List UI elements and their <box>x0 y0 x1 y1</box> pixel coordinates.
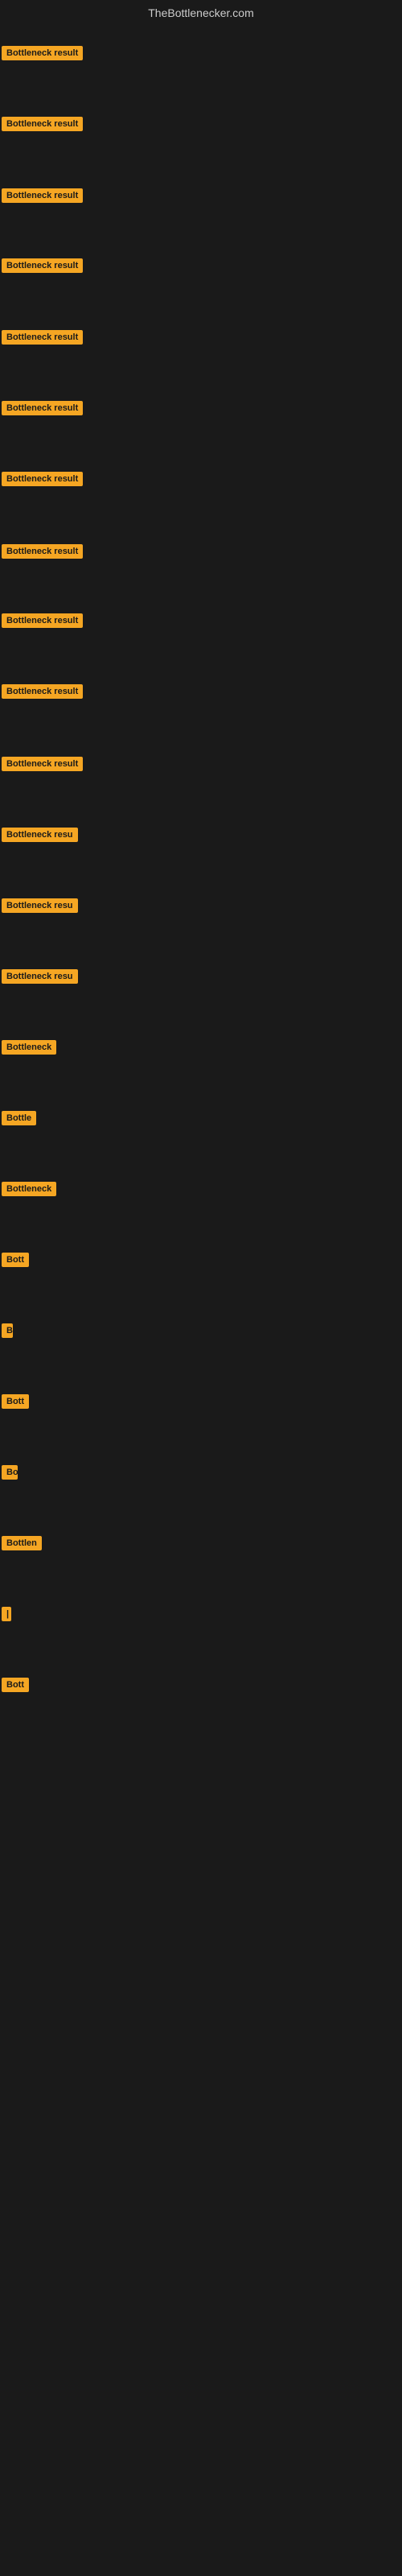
bottleneck-result-item-6[interactable]: Bottleneck result <box>2 401 83 419</box>
bottleneck-badge-11: Bottleneck result <box>2 757 83 771</box>
bottleneck-result-item-24[interactable]: Bott <box>2 1678 29 1696</box>
bottleneck-badge-1: Bottleneck result <box>2 46 83 60</box>
bottleneck-result-item-4[interactable]: Bottleneck result <box>2 258 83 277</box>
bottleneck-result-item-11[interactable]: Bottleneck result <box>2 757 83 775</box>
bottleneck-badge-9: Bottleneck result <box>2 613 83 628</box>
bottleneck-result-item-22[interactable]: Bottlen <box>2 1536 42 1554</box>
bottleneck-badge-5: Bottleneck result <box>2 330 83 345</box>
bottleneck-result-item-3[interactable]: Bottleneck result <box>2 188 83 207</box>
bottleneck-badge-8: Bottleneck result <box>2 544 83 559</box>
bottleneck-badge-20: Bott <box>2 1394 29 1409</box>
bottleneck-result-item-13[interactable]: Bottleneck resu <box>2 898 78 917</box>
bottleneck-badge-18: Bott <box>2 1253 29 1267</box>
bottleneck-badge-19: B <box>2 1323 13 1338</box>
bottleneck-result-item-8[interactable]: Bottleneck result <box>2 544 83 563</box>
site-title: TheBottlenecker.com <box>0 0 402 26</box>
bottleneck-badge-17: Bottleneck <box>2 1182 56 1196</box>
bottleneck-badge-3: Bottleneck result <box>2 188 83 203</box>
bottleneck-result-item-7[interactable]: Bottleneck result <box>2 472 83 490</box>
bottleneck-badge-24: Bott <box>2 1678 29 1692</box>
bottleneck-result-item-14[interactable]: Bottleneck resu <box>2 969 78 988</box>
bottleneck-badge-13: Bottleneck resu <box>2 898 78 913</box>
bottleneck-result-item-18[interactable]: Bott <box>2 1253 29 1271</box>
bottleneck-badge-10: Bottleneck result <box>2 684 83 699</box>
bottleneck-result-item-17[interactable]: Bottleneck <box>2 1182 56 1200</box>
bottleneck-badge-12: Bottleneck resu <box>2 828 78 842</box>
bottleneck-badge-7: Bottleneck result <box>2 472 83 486</box>
bottleneck-result-item-23[interactable]: | <box>2 1607 11 1625</box>
bottleneck-result-item-16[interactable]: Bottle <box>2 1111 36 1129</box>
bottleneck-badge-21: Bo <box>2 1465 18 1480</box>
bottleneck-badge-15: Bottleneck <box>2 1040 56 1055</box>
bottleneck-badge-4: Bottleneck result <box>2 258 83 273</box>
bottleneck-result-item-19[interactable]: B <box>2 1323 13 1342</box>
bottleneck-result-item-15[interactable]: Bottleneck <box>2 1040 56 1059</box>
bottleneck-badge-14: Bottleneck resu <box>2 969 78 984</box>
bottleneck-result-item-5[interactable]: Bottleneck result <box>2 330 83 349</box>
bottleneck-result-item-12[interactable]: Bottleneck resu <box>2 828 78 846</box>
bottleneck-badge-23: | <box>2 1607 11 1621</box>
bottleneck-result-item-2[interactable]: Bottleneck result <box>2 117 83 135</box>
bottleneck-result-item-1[interactable]: Bottleneck result <box>2 46 83 64</box>
bottleneck-badge-22: Bottlen <box>2 1536 42 1550</box>
bottleneck-badge-6: Bottleneck result <box>2 401 83 415</box>
bottleneck-result-item-21[interactable]: Bo <box>2 1465 18 1484</box>
bottleneck-result-item-10[interactable]: Bottleneck result <box>2 684 83 703</box>
bottleneck-badge-16: Bottle <box>2 1111 36 1125</box>
bottleneck-result-item-20[interactable]: Bott <box>2 1394 29 1413</box>
bottleneck-badge-2: Bottleneck result <box>2 117 83 131</box>
bottleneck-result-item-9[interactable]: Bottleneck result <box>2 613 83 632</box>
